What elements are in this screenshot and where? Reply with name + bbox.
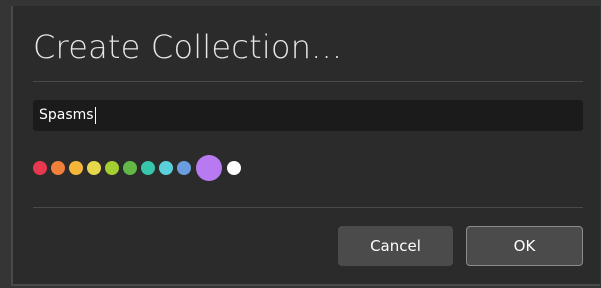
color-swatch-orange[interactable] xyxy=(51,161,65,175)
color-swatch-red[interactable] xyxy=(33,161,47,175)
collection-name-value: Spasms xyxy=(39,107,94,123)
color-swatch-white[interactable] xyxy=(227,161,241,175)
color-swatch-aqua[interactable] xyxy=(159,161,173,175)
color-swatch-yellow-green[interactable] xyxy=(105,161,119,175)
ok-button[interactable]: OK xyxy=(466,226,583,266)
color-swatch-teal[interactable] xyxy=(141,161,155,175)
color-swatch-green[interactable] xyxy=(123,161,137,175)
dialog-title: Create Collection... xyxy=(33,28,343,66)
color-picker xyxy=(33,154,245,182)
color-swatch-blue[interactable] xyxy=(177,161,191,175)
cancel-button[interactable]: Cancel xyxy=(338,226,453,266)
title-divider xyxy=(33,81,583,82)
color-swatch-yellow[interactable] xyxy=(87,161,101,175)
create-collection-dialog: Create Collection... Spasms Cancel OK xyxy=(11,6,600,286)
footer-divider xyxy=(33,207,583,208)
text-caret xyxy=(94,106,96,124)
color-swatch-yellow-orange[interactable] xyxy=(69,161,83,175)
color-swatch-purple[interactable] xyxy=(196,155,222,181)
collection-name-input[interactable]: Spasms xyxy=(33,100,583,131)
